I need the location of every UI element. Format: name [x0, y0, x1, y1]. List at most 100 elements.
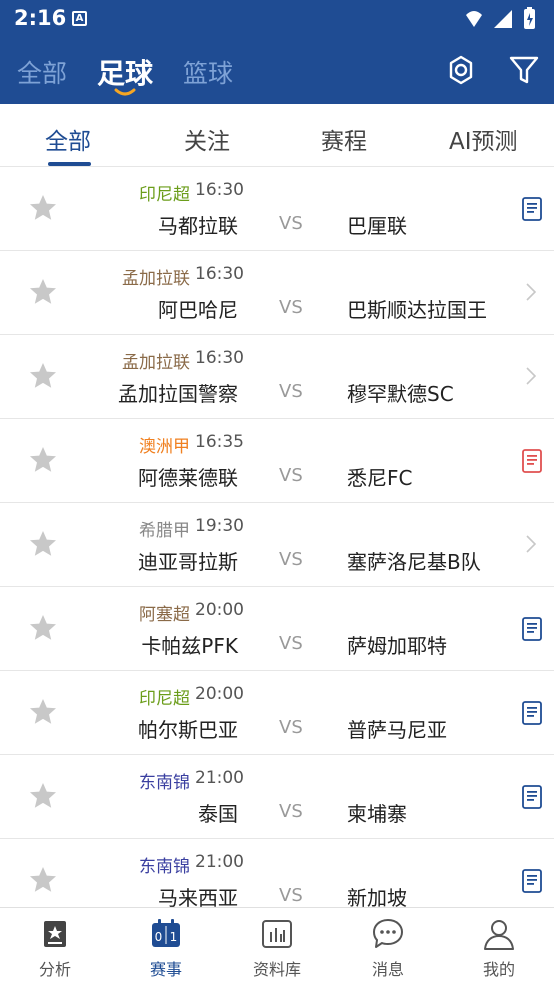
bottomnav-mine[interactable]: 我的 [444, 908, 554, 985]
kickoff-time: 16:35 [195, 432, 244, 452]
sub-tab-bar: 全部 关注 赛程 AI预测 [0, 104, 554, 167]
home-team: 泰国 [198, 802, 238, 826]
subtab-schedule[interactable]: 赛程 [321, 122, 367, 156]
league-name: 东南锦 [139, 857, 190, 877]
bottomnav-database[interactable]: 资料库 [222, 908, 332, 985]
subtab-ai-prediction[interactable]: AI预测 [449, 122, 518, 156]
away-team: 巴斯顺达拉国王 [347, 298, 487, 322]
match-row[interactable]: 澳洲甲 16:35 阿德莱德联 VS 悉尼FC [0, 419, 554, 503]
away-team: 巴厘联 [347, 214, 407, 238]
vs-label: VS [279, 885, 303, 906]
vs-label: VS [279, 381, 303, 402]
chevron-right-icon[interactable] [524, 365, 538, 387]
bottomnav-analysis[interactable]: 分析 [0, 908, 110, 985]
bottomnav-label: 我的 [482, 960, 515, 979]
match-row[interactable]: 孟加拉联 16:30 阿巴哈尼 VS 巴斯顺达拉国王 [0, 251, 554, 335]
league-name: 孟加拉联 [122, 269, 190, 289]
away-team: 穆罕默德SC [347, 382, 454, 406]
status-bar: 2:16 A [0, 0, 554, 38]
away-team: 普萨马尼亚 [347, 718, 447, 742]
nav-all[interactable]: 全部 [17, 54, 67, 90]
analysis-document-icon[interactable] [521, 196, 543, 222]
league-name: 希腊甲 [139, 521, 190, 541]
league-name: 孟加拉联 [122, 353, 190, 373]
bottomnav-label: 赛事 [149, 960, 182, 979]
svg-text:1: 1 [170, 930, 178, 944]
bottom-navigation: 分析 0 1 赛事 资料库 消息 我的 [0, 907, 554, 984]
chevron-right-icon[interactable] [524, 281, 538, 303]
kickoff-time: 19:30 [195, 516, 244, 536]
kickoff-time: 21:00 [195, 852, 244, 872]
home-team: 帕尔斯巴亚 [138, 718, 238, 742]
match-row[interactable]: 印尼超 16:30 马都拉联 VS 巴厘联 [0, 167, 554, 251]
user-icon [484, 920, 514, 950]
home-team: 阿巴哈尼 [158, 298, 238, 322]
home-team: 孟加拉国警察 [118, 382, 238, 406]
favorite-star-icon[interactable] [28, 277, 58, 307]
signal-icon [494, 10, 512, 28]
favorite-star-icon[interactable] [28, 361, 58, 391]
bottomnav-messages[interactable]: 消息 [333, 908, 443, 985]
away-team: 新加坡 [347, 886, 407, 907]
bottomnav-label: 分析 [38, 960, 71, 979]
vs-label: VS [279, 717, 303, 738]
filter-funnel-icon[interactable] [508, 54, 540, 86]
away-team: 柬埔寨 [347, 802, 407, 826]
kickoff-time: 16:30 [195, 180, 244, 200]
bottomnav-matches[interactable]: 0 1 赛事 [111, 908, 221, 985]
status-time: 2:16 [14, 6, 67, 30]
vs-label: VS [279, 549, 303, 570]
match-row[interactable]: 阿塞超 20:00 卡帕兹PFK VS 萨姆加耶特 [0, 587, 554, 671]
home-team: 迪亚哥拉斯 [138, 550, 238, 574]
favorite-star-icon[interactable] [28, 613, 58, 643]
vs-label: VS [279, 633, 303, 654]
favorite-star-icon[interactable] [28, 445, 58, 475]
chevron-right-icon[interactable] [524, 533, 538, 555]
analysis-document-icon[interactable] [521, 616, 543, 642]
svg-text:0: 0 [155, 930, 163, 944]
match-row[interactable]: 印尼超 20:00 帕尔斯巴亚 VS 普萨马尼亚 [0, 671, 554, 755]
home-team: 阿德莱德联 [138, 466, 238, 490]
settings-gear-icon[interactable] [445, 54, 477, 86]
kickoff-time: 20:00 [195, 600, 244, 620]
message-icon [373, 919, 403, 948]
scoreboard-icon: 0 1 [152, 919, 180, 947]
nav-football[interactable]: 足球 [97, 52, 153, 92]
favorite-star-icon[interactable] [28, 193, 58, 223]
match-list[interactable]: 印尼超 16:30 马都拉联 VS 巴厘联 孟加拉联 16:30 阿巴哈尼 VS 巴斯顺达拉国王孟… [0, 167, 554, 907]
subtab-follow[interactable]: 关注 [184, 122, 230, 156]
home-team: 卡帕兹PFK [141, 634, 238, 658]
favorite-star-icon[interactable] [28, 865, 58, 895]
match-row[interactable]: 东南锦 21:00 马来西亚 VS 新加坡 [0, 839, 554, 907]
kickoff-time: 21:00 [195, 768, 244, 788]
vs-label: VS [279, 213, 303, 234]
subtab-active-indicator [48, 162, 91, 166]
match-row[interactable]: 东南锦 21:00 泰国 VS 柬埔寨 [0, 755, 554, 839]
analysis-icon [44, 921, 66, 947]
active-smile-indicator [114, 88, 136, 96]
match-row[interactable]: 希腊甲 19:30 迪亚哥拉斯 VS 塞萨洛尼基B队 [0, 503, 554, 587]
analysis-document-icon[interactable] [521, 868, 543, 894]
kickoff-time: 20:00 [195, 684, 244, 704]
subtab-all[interactable]: 全部 [45, 122, 91, 156]
favorite-star-icon[interactable] [28, 781, 58, 811]
home-team: 马都拉联 [158, 214, 238, 238]
league-name: 东南锦 [139, 773, 190, 793]
nav-basketball[interactable]: 篮球 [183, 54, 233, 90]
analysis-document-icon[interactable] [521, 784, 543, 810]
league-name: 印尼超 [139, 689, 190, 709]
analysis-document-icon[interactable] [521, 700, 543, 726]
vs-label: VS [279, 465, 303, 486]
league-name: 印尼超 [139, 185, 190, 205]
vs-label: VS [279, 297, 303, 318]
away-team: 悉尼FC [347, 466, 413, 490]
analysis-document-icon[interactable] [521, 448, 543, 474]
vs-label: VS [279, 801, 303, 822]
favorite-star-icon[interactable] [28, 529, 58, 559]
favorite-star-icon[interactable] [28, 697, 58, 727]
kickoff-time: 16:30 [195, 348, 244, 368]
league-name: 澳洲甲 [139, 437, 190, 457]
bottomnav-label: 消息 [371, 960, 404, 979]
match-row[interactable]: 孟加拉联 16:30 孟加拉国警察 VS 穆罕默德SC [0, 335, 554, 419]
kickoff-time: 16:30 [195, 264, 244, 284]
